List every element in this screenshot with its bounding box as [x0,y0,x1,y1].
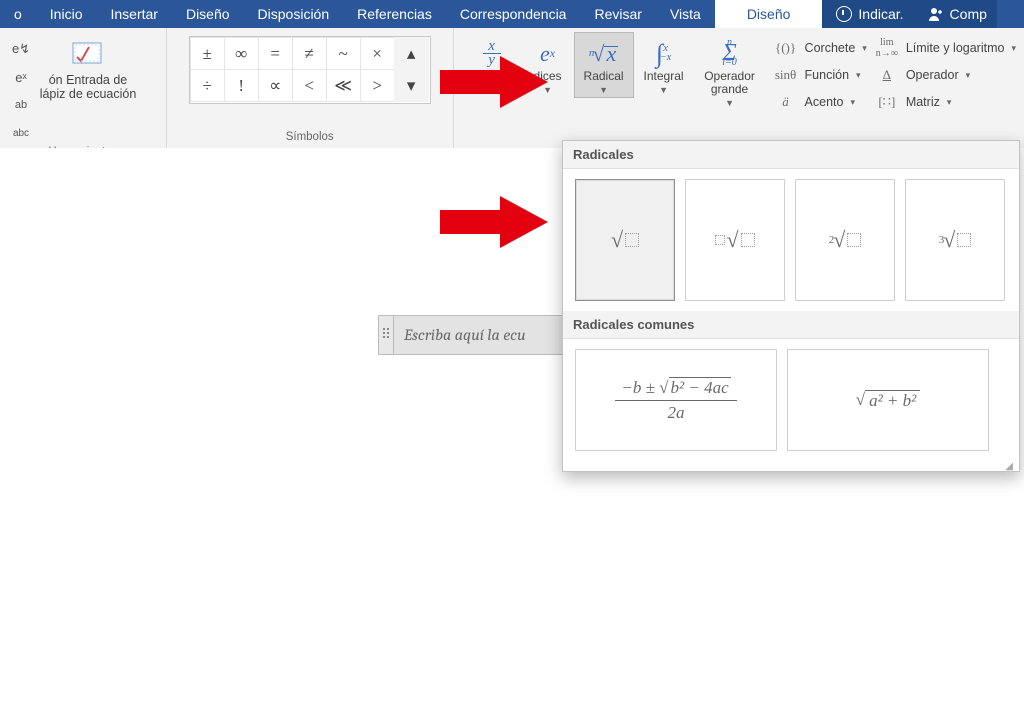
person-plus-icon [928,6,944,22]
matrix-icon: [∷] [873,94,901,110]
radical-button[interactable]: n√x Radical ▼ [574,32,634,98]
equation-mini-options: e↯ eˣ ab abc [8,32,34,146]
symbol-much-less[interactable]: ≪ [326,69,361,102]
tell-me-search[interactable]: Indicar. [822,0,917,28]
tab-equation-design[interactable]: Diseño [715,0,823,28]
tab-vista[interactable]: Vista [656,0,715,28]
chevron-down-icon: ▼ [725,97,734,110]
ink-equation-button[interactable]: ón Entrada de lápiz de ecuación [38,32,138,101]
tab-correspondencia[interactable]: Correspondencia [446,0,581,28]
ribbon-tabstrip: o Inicio Insertar Diseño Disposición Ref… [0,0,1024,28]
symbol-grid: ± ∞ = ≠ ~ × ▴ ÷ ! ∝ < ≪ > ▾ [189,36,431,104]
tab-diseno[interactable]: Diseño [172,0,244,28]
annotation-arrow-ribbon [440,52,550,112]
grip-icon [383,328,389,342]
symbol-propto[interactable]: ∝ [258,69,293,102]
matrix-button[interactable]: [∷]Matriz▾ [873,90,1016,114]
summation-icon: nΣi=0 [722,36,737,70]
tab-inicio[interactable]: Inicio [36,0,97,28]
large-operator-label: Operador grande [696,70,764,96]
share-label: Comp [950,6,987,22]
integral-button[interactable]: ∫x−x Integral ▼ [634,32,694,97]
chevron-down-icon: ▾ [947,97,952,108]
chevron-down-icon: ▾ [1011,43,1016,54]
tab-referencias[interactable]: Referencias [343,0,446,28]
symbol-plus-minus[interactable]: ± [190,37,225,70]
chevron-down-icon: ▼ [659,84,668,97]
radical-tile-quadratic[interactable]: −b ± √b² − 4ac2a [575,349,777,451]
group-symbols: ± ∞ = ≠ ~ × ▴ ÷ ! ∝ < ≪ > ▾ Símbolos [167,28,454,148]
large-operator-button[interactable]: nΣi=0 Operador grande ▼ [694,32,766,110]
bracket-button[interactable]: {()}Corchete▾ [772,36,867,60]
radical-tile-sqrt-degree2[interactable]: 2√ [795,179,895,301]
gallery-section-radicals: Radicales [563,141,1019,169]
symbol-divide[interactable]: ÷ [190,69,225,102]
symbol-scroll-down[interactable]: ▾ [394,69,429,102]
gallery-section-common: Radicales comunes [563,311,1019,339]
operator-icon: Δ [873,67,901,83]
chevron-down-icon: ▾ [856,70,861,81]
symbol-less-than[interactable]: < [292,69,327,102]
radical-tile-sqrt[interactable]: √ [575,179,675,301]
ink-equation-label: ón Entrada de lápiz de ecuación [38,73,138,101]
limit-icon: limn→∞ [873,37,901,59]
radical-tile-pythag[interactable]: √a² + b² [787,349,989,451]
chevron-down-icon: ▾ [862,43,867,54]
chevron-down-icon: ▾ [850,97,855,108]
gallery-resize-grip[interactable]: ◢ [563,461,1019,471]
equation-handle[interactable] [378,315,393,355]
integral-icon: ∫x−x [656,36,671,70]
radical-icon: n√x [589,36,618,70]
symbol-tilde[interactable]: ~ [326,37,361,70]
group-symbols-label: Símbolos [175,128,445,148]
operator-button[interactable]: ΔOperador▾ [873,63,1016,87]
limit-log-button[interactable]: limn→∞Límite y logaritmo▾ [873,36,1016,60]
chevron-down-icon: ▾ [966,70,971,81]
gallery-common-body: −b ± √b² − 4ac2a √a² + b² [563,339,1019,461]
share-button[interactable]: Comp [918,0,997,28]
tab-file-fragment[interactable]: o [0,0,36,28]
radical-tile-nth-root[interactable]: √ [685,179,785,301]
symbol-factorial[interactable]: ! [224,69,259,102]
tab-disposicion[interactable]: Disposición [244,0,344,28]
symbol-times[interactable]: × [360,37,395,70]
accent-button[interactable]: äAcento▾ [772,90,867,114]
normal-text-button[interactable]: ab [8,92,34,118]
structures-col-b: limn→∞Límite y logaritmo▾ ΔOperador▾ [∷]… [873,32,1016,114]
linear-format-button[interactable]: eˣ [8,64,34,90]
abc-button[interactable]: abc [8,120,34,146]
symbol-equals[interactable]: = [258,37,293,70]
chevron-down-icon: ▼ [599,84,608,97]
group-tools: e↯ eˣ ab abc ón Entrada de lápiz de ecua… [0,28,167,148]
bracket-icon: {()} [772,40,800,56]
lightbulb-icon [836,6,852,22]
function-icon: sinθ [772,67,800,83]
professional-format-button[interactable]: e↯ [8,36,34,62]
annotation-arrow-gallery [440,192,550,252]
ink-equation-icon [67,36,109,70]
radical-tile-cubert[interactable]: 3√ [905,179,1005,301]
tab-insertar[interactable]: Insertar [96,0,171,28]
symbol-scroll-up[interactable]: ▴ [394,37,429,70]
structures-col-a: {()}Corchete▾ sinθFunción▾ äAcento▾ [772,32,867,114]
function-button[interactable]: sinθFunción▾ [772,63,867,87]
symbol-infinity[interactable]: ∞ [224,37,259,70]
radical-label: Radical [584,70,624,83]
symbol-not-equal[interactable]: ≠ [292,37,327,70]
radical-gallery: Radicales √ √ 2√ 3√ Radicales comunes −b… [562,140,1020,472]
tab-revisar[interactable]: Revisar [580,0,655,28]
symbol-greater[interactable]: > [360,69,395,102]
tell-me-label: Indicar. [858,6,903,22]
integral-label: Integral [644,70,684,83]
accent-icon: ä [772,94,800,110]
gallery-radicals-body: √ √ 2√ 3√ [563,169,1019,311]
